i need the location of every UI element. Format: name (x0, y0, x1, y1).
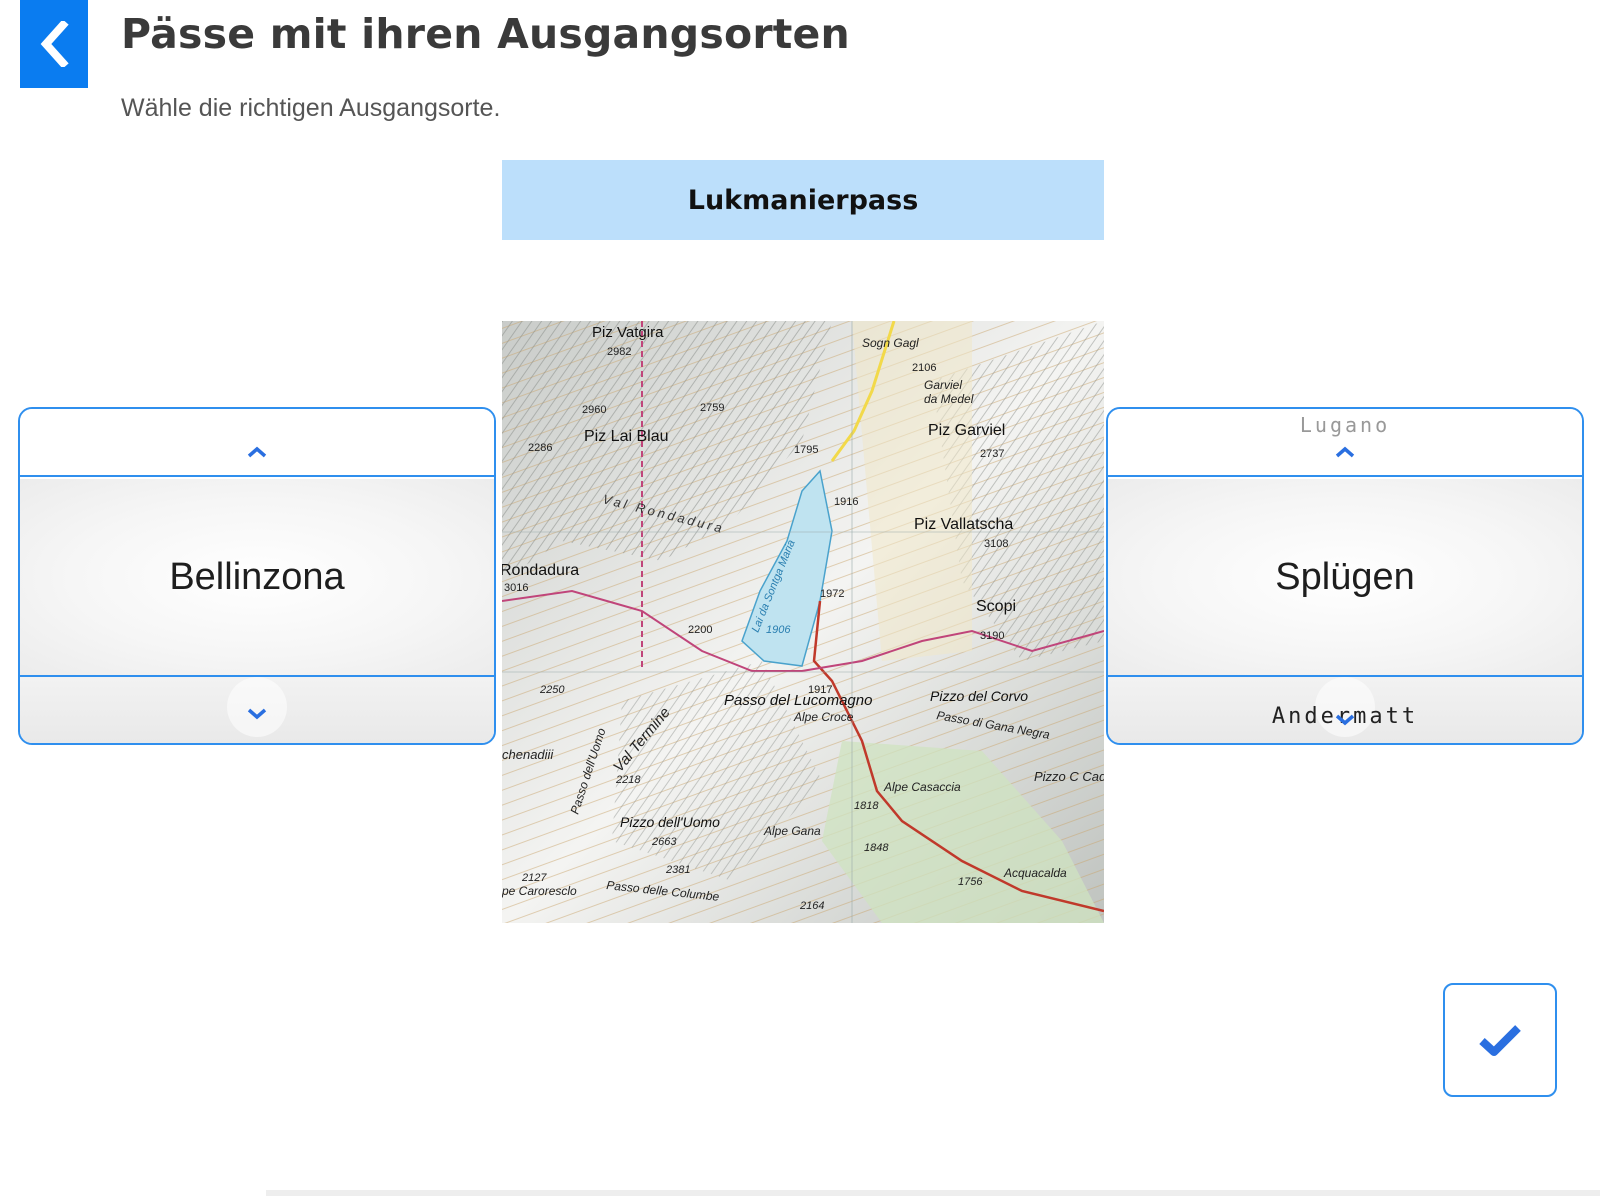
map-label: Scopi (976, 598, 1016, 615)
map-label: Alpe Casaccia (883, 780, 961, 794)
map-label: Passo del Lucomagno (724, 692, 872, 709)
page-subtitle: Wähle die richtigen Ausgangsorte. (121, 94, 501, 122)
map-label: 1906 (766, 624, 791, 636)
map-label: 3190 (980, 630, 1004, 642)
right-picker-up-button[interactable]: Lugano (1108, 409, 1582, 477)
map-label: Alpe Gana (763, 824, 821, 838)
left-picker-up-button[interactable] (20, 409, 494, 477)
map-label: Alpe Croce (793, 710, 854, 724)
map-label: 2200 (688, 624, 712, 636)
map-label: 1818 (854, 800, 879, 812)
right-place-picker: Lugano Splügen Andermatt (1106, 407, 1584, 745)
map-label: Pizzo del Corvo (930, 688, 1028, 704)
right-picker-down-button[interactable]: Andermatt (1108, 675, 1582, 743)
map-label: 3016 (504, 582, 528, 594)
map-label: Piz Garviel (928, 422, 1005, 439)
map-label: 2250 (539, 684, 565, 696)
map-label: 1795 (794, 444, 818, 456)
map-label: 2663 (651, 836, 677, 848)
map-label: 1756 (958, 876, 983, 888)
checkmark-icon (1479, 1025, 1521, 1056)
map-label: 2381 (665, 864, 690, 876)
map-label: 3108 (984, 538, 1008, 550)
map-label: 1848 (864, 842, 889, 854)
map-label: 2127 (521, 872, 547, 884)
map-label: Rondadura (502, 562, 579, 579)
chevron-up-icon (1335, 446, 1355, 458)
topographic-map: Piz Vatgira 2982 Sogn Gagl 2106 Garviel … (502, 321, 1104, 923)
map-label: 2960 (582, 404, 606, 416)
map-label: pe Caroresclo (502, 884, 577, 898)
map-label: 2218 (615, 774, 641, 786)
chevron-up-icon (247, 446, 267, 458)
right-picker-previous-option: Lugano (1299, 413, 1391, 437)
chevron-down-icon (1335, 714, 1355, 726)
map-label: Piz Vallatscha (914, 516, 1013, 533)
map-label: da Medel (924, 392, 974, 406)
back-button[interactable] (20, 0, 88, 88)
map-label: 1972 (820, 588, 844, 600)
map-label: 2286 (528, 442, 552, 454)
map-label: Piz Vatgira (592, 324, 664, 341)
pass-name-label: Lukmanierpass (502, 160, 1104, 240)
submit-check-button[interactable] (1443, 983, 1557, 1097)
left-place-picker: Bellinzona (18, 407, 496, 745)
map-label: Sogn Gagl (862, 336, 919, 350)
map-label: Pizzo C Cadreig (1034, 769, 1104, 784)
bottom-divider (266, 1190, 1600, 1196)
right-picker-current-value: Splügen (1108, 479, 1582, 676)
left-picker-current-value: Bellinzona (20, 479, 494, 676)
chevron-down-icon (247, 708, 267, 720)
map-label: Garviel (924, 378, 962, 392)
map-label: 2982 (607, 346, 631, 358)
map-label: Pizzo dell'Uomo (620, 814, 720, 830)
chevron-left-icon (40, 21, 69, 67)
map-label: Acquacalda (1003, 866, 1067, 880)
map-label: 2759 (700, 402, 724, 414)
left-picker-down-button[interactable] (20, 675, 494, 743)
map-label: 2164 (799, 900, 824, 912)
map-label: Piz Lai Blau (584, 428, 669, 445)
map-label: 2737 (980, 448, 1004, 460)
map-label: 2106 (912, 362, 936, 374)
map-label: chenadiii (502, 747, 554, 762)
map-label: 1916 (834, 496, 858, 508)
page-title: Pässe mit ihren Ausgangsorten (121, 10, 850, 58)
